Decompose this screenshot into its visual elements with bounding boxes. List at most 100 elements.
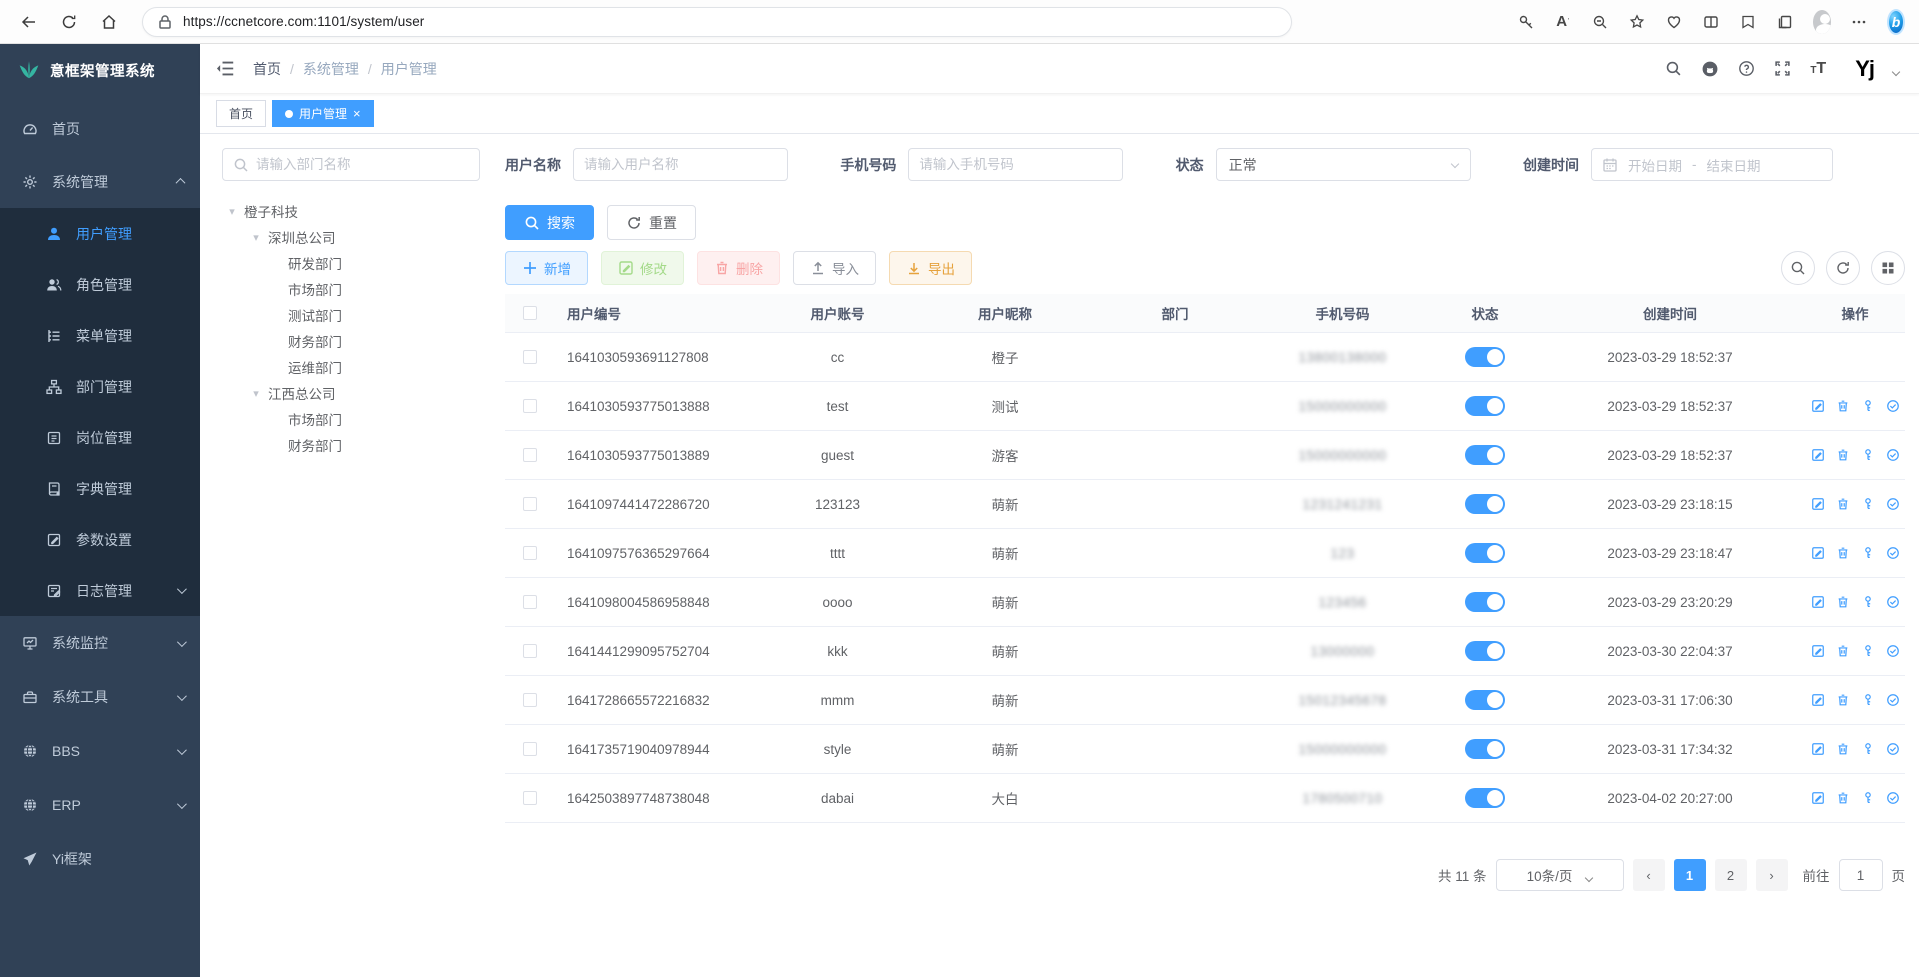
table-search-button[interactable] bbox=[1781, 251, 1815, 285]
tab-user-management[interactable]: 用户管理 × bbox=[272, 100, 374, 127]
sidebar-item-bbs[interactable]: BBS bbox=[0, 724, 200, 778]
edit-icon[interactable] bbox=[1811, 644, 1825, 658]
assign-role-icon[interactable] bbox=[1886, 497, 1900, 511]
status-toggle[interactable] bbox=[1465, 445, 1505, 465]
edit-icon[interactable] bbox=[1811, 791, 1825, 805]
assign-role-icon[interactable] bbox=[1886, 791, 1900, 805]
tree-node[interactable]: ▾深圳总公司 bbox=[222, 224, 482, 250]
split-screen-icon[interactable] bbox=[1702, 13, 1720, 31]
next-page-button[interactable]: › bbox=[1756, 859, 1788, 891]
assign-role-icon[interactable] bbox=[1886, 546, 1900, 560]
sidebar-item-users[interactable]: 用户管理 bbox=[0, 208, 200, 259]
sidebar-collapse-icon[interactable] bbox=[216, 59, 235, 78]
favorites-bar-icon[interactable] bbox=[1739, 13, 1757, 31]
reset-password-icon[interactable] bbox=[1861, 693, 1875, 707]
row-checkbox[interactable] bbox=[523, 350, 537, 364]
edit-icon[interactable] bbox=[1811, 399, 1825, 413]
export-button[interactable]: 导出 bbox=[889, 251, 972, 285]
reset-password-icon[interactable] bbox=[1861, 742, 1875, 756]
edit-icon[interactable] bbox=[1811, 546, 1825, 560]
sidebar-item-posts[interactable]: 岗位管理 bbox=[0, 412, 200, 463]
help-icon[interactable] bbox=[1738, 60, 1755, 77]
prev-page-button[interactable]: ‹ bbox=[1633, 859, 1665, 891]
import-button[interactable]: 导入 bbox=[793, 251, 876, 285]
browser-refresh-button[interactable] bbox=[54, 7, 84, 37]
status-toggle[interactable] bbox=[1465, 396, 1505, 416]
delete-icon[interactable] bbox=[1836, 399, 1850, 413]
tree-caret-icon[interactable]: ▾ bbox=[250, 387, 262, 400]
row-checkbox[interactable] bbox=[523, 448, 537, 462]
delete-icon[interactable] bbox=[1836, 693, 1850, 707]
tree-node[interactable]: 财务部门 bbox=[222, 328, 482, 354]
status-toggle[interactable] bbox=[1465, 494, 1505, 514]
tree-node[interactable]: ▾江西总公司 bbox=[222, 380, 482, 406]
delete-icon[interactable] bbox=[1836, 742, 1850, 756]
header-search-icon[interactable] bbox=[1665, 60, 1682, 77]
page-button-1[interactable]: 1 bbox=[1674, 859, 1706, 891]
status-select[interactable]: 正常 bbox=[1216, 148, 1471, 181]
reset-button[interactable]: 重置 bbox=[607, 205, 696, 240]
breadcrumb-system[interactable]: 系统管理 bbox=[303, 59, 359, 79]
delete-icon[interactable] bbox=[1836, 497, 1850, 511]
browser-home-button[interactable] bbox=[94, 7, 124, 37]
assign-role-icon[interactable] bbox=[1886, 693, 1900, 707]
tree-node[interactable]: 测试部门 bbox=[222, 302, 482, 328]
sidebar-item-menus[interactable]: 菜单管理 bbox=[0, 310, 200, 361]
select-all-checkbox[interactable] bbox=[523, 306, 537, 320]
tab-home[interactable]: 首页 bbox=[216, 100, 266, 127]
sidebar-item-dictionary[interactable]: 字典管理 bbox=[0, 463, 200, 514]
read-aloud-icon[interactable]: Aʾ bbox=[1554, 13, 1572, 31]
avatar-dropdown-caret-icon[interactable] bbox=[1892, 67, 1900, 75]
row-checkbox[interactable] bbox=[523, 497, 537, 511]
page-size-select[interactable]: 10条/页 bbox=[1496, 859, 1624, 891]
sidebar-item-roles[interactable]: 角色管理 bbox=[0, 259, 200, 310]
delete-button[interactable]: 删除 bbox=[697, 251, 780, 285]
status-toggle[interactable] bbox=[1465, 641, 1505, 661]
tree-node[interactable]: 运维部门 bbox=[222, 354, 482, 380]
delete-icon[interactable] bbox=[1836, 448, 1850, 462]
reset-password-icon[interactable] bbox=[1861, 791, 1875, 805]
delete-icon[interactable] bbox=[1836, 546, 1850, 560]
date-range-picker[interactable]: 开始日期 - 结束日期 bbox=[1591, 148, 1833, 181]
edit-icon[interactable] bbox=[1811, 595, 1825, 609]
close-icon[interactable]: × bbox=[353, 106, 361, 121]
tree-caret-icon[interactable]: ▾ bbox=[226, 205, 238, 218]
edit-icon[interactable] bbox=[1811, 448, 1825, 462]
assign-role-icon[interactable] bbox=[1886, 399, 1900, 413]
edit-icon[interactable] bbox=[1811, 497, 1825, 511]
breadcrumb-home[interactable]: 首页 bbox=[253, 59, 281, 79]
fullscreen-icon[interactable] bbox=[1774, 60, 1791, 77]
reset-password-icon[interactable] bbox=[1861, 399, 1875, 413]
status-toggle[interactable] bbox=[1465, 347, 1505, 367]
table-columns-button[interactable] bbox=[1871, 251, 1905, 285]
tree-node[interactable]: 市场部门 bbox=[222, 406, 482, 432]
copilot-icon[interactable]: b bbox=[1887, 13, 1905, 31]
collections-icon[interactable] bbox=[1776, 13, 1794, 31]
delete-icon[interactable] bbox=[1836, 791, 1850, 805]
sidebar-item-erp[interactable]: ERP bbox=[0, 778, 200, 832]
row-checkbox[interactable] bbox=[523, 546, 537, 560]
password-key-icon[interactable] bbox=[1517, 13, 1535, 31]
row-checkbox[interactable] bbox=[523, 399, 537, 413]
browser-back-button[interactable] bbox=[14, 7, 44, 37]
zoom-icon[interactable] bbox=[1591, 13, 1609, 31]
table-refresh-button[interactable] bbox=[1826, 251, 1860, 285]
edit-icon[interactable] bbox=[1811, 742, 1825, 756]
row-checkbox[interactable] bbox=[523, 644, 537, 658]
assign-role-icon[interactable] bbox=[1886, 742, 1900, 756]
github-icon[interactable] bbox=[1701, 60, 1719, 78]
page-button-2[interactable]: 2 bbox=[1715, 859, 1747, 891]
department-search-field[interactable] bbox=[222, 148, 480, 181]
add-favorite-star-icon[interactable] bbox=[1628, 13, 1646, 31]
row-checkbox[interactable] bbox=[523, 742, 537, 756]
reset-password-icon[interactable] bbox=[1861, 595, 1875, 609]
status-toggle[interactable] bbox=[1465, 690, 1505, 710]
tree-node[interactable]: ▾橙子科技 bbox=[222, 198, 482, 224]
status-toggle[interactable] bbox=[1465, 739, 1505, 759]
user-avatar-logo[interactable]: Yj bbox=[1855, 56, 1874, 82]
edit-button[interactable]: 修改 bbox=[601, 251, 684, 285]
tree-node[interactable]: 研发部门 bbox=[222, 250, 482, 276]
status-toggle[interactable] bbox=[1465, 788, 1505, 808]
sidebar-item-home[interactable]: 首页 bbox=[0, 102, 200, 155]
username-input[interactable] bbox=[584, 157, 777, 172]
